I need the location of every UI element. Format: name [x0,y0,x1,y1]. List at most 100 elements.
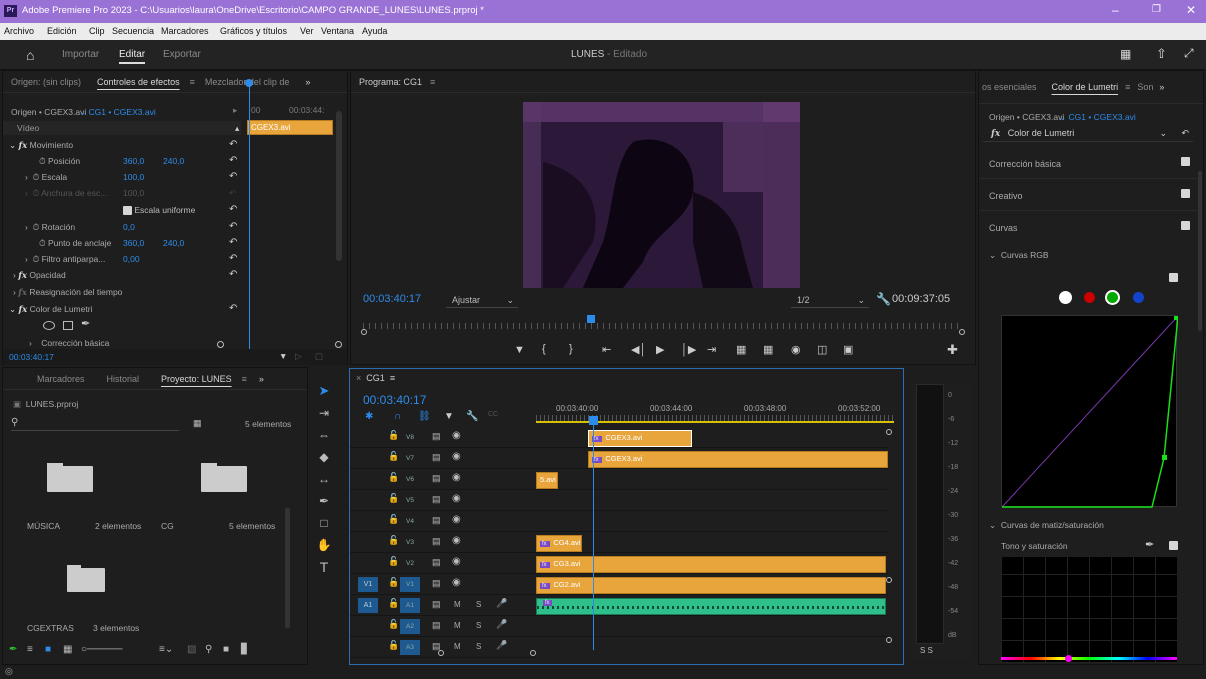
audio-clip[interactable]: fx [536,598,887,615]
mute-button[interactable]: M [454,642,461,651]
track-scroll-handle[interactable] [886,577,892,583]
captions-icon[interactable]: CC [488,411,498,418]
automate-icon[interactable]: ▧ [187,644,196,655]
solo-button[interactable]: S [476,621,481,630]
zoom-handle-right[interactable] [335,341,342,348]
ec-playhead[interactable] [249,84,250,354]
program-playhead[interactable] [587,315,595,323]
basic-checkbox[interactable] [1181,157,1190,166]
timeline-timecode[interactable]: 00:03:40:17 [363,393,426,407]
lock-icon[interactable]: 🔓 [388,577,399,588]
sequence-clip-select[interactable]: ⌄ CG1 • CGEX3.avi [79,104,156,120]
settings-wrench-icon[interactable]: 🔧 [466,411,478,422]
list-view-icon[interactable]: ≡ [27,644,33,655]
timeline-clip[interactable]: fx CGEX3.avi [588,451,888,468]
ec-timecode[interactable]: 00:03:40:17 [9,349,54,365]
tab-importar[interactable]: Importar [62,49,99,60]
track-scroll-handle[interactable] [886,637,892,643]
step-back-icon[interactable]: ◀│ [631,343,646,356]
stopwatch-icon[interactable]: ⏱ [33,222,40,232]
track-lane[interactable] [536,511,888,532]
lumetri-row[interactable]: ⌄ fx Color de Lumetri [9,301,92,317]
mic-icon[interactable]: 🎤 [496,640,507,651]
timeline-clip[interactable]: fx CG2.avi [536,577,886,594]
reset-icon[interactable]: ↶ [229,301,237,317]
timeline-clip[interactable]: fx CG4.avi [536,535,582,552]
zoom-handle-left[interactable] [438,650,444,656]
reset-icon[interactable]: ↶ [229,153,237,169]
zoom-handle-left[interactable] [217,341,224,348]
hue-sat-label[interactable]: ⌄ Curvas de matiz/saturación [989,517,1104,533]
green-channel-icon[interactable] [1105,290,1120,305]
blue-channel-icon[interactable] [1133,292,1144,303]
ripple-edit-tool-icon[interactable]: ⇔ [312,424,336,446]
lock-icon[interactable]: 🔓 [388,514,399,525]
rgb-curves-checkbox[interactable] [1169,273,1178,282]
tab-sonido[interactable]: Son [1133,82,1157,92]
tab-controles-efectos[interactable]: Controles de efectos [89,77,188,87]
stopwatch-icon[interactable]: ⏱ [33,254,40,264]
more-panels-icon[interactable]: » [1157,82,1166,92]
lock-icon[interactable]: 🔓 [388,451,399,462]
lock-icon[interactable]: 🔓 [388,493,399,504]
minimize-icon[interactable]: – [1112,3,1119,17]
lock-icon[interactable]: 🔓 [388,472,399,483]
quick-export-icon[interactable]: ▦ [1120,47,1131,61]
mute-button[interactable]: M [454,621,461,630]
uniform-scale-checkbox[interactable] [123,206,132,216]
section-basic[interactable]: Corrección básica [979,147,1201,179]
filter-icon[interactable]: ▼ [279,348,287,364]
timeline-clip[interactable]: 5.avi [536,472,558,489]
sync-lock-icon[interactable]: ▤ [432,599,441,610]
tab-marcadores[interactable]: Marcadores [3,374,99,384]
rgb-curve-graph[interactable] [1001,315,1179,508]
program-zoom-left[interactable] [361,329,367,335]
tab-proyecto[interactable]: Proyecto: LUNES [153,374,240,384]
panel-menu-icon[interactable]: ≡ [430,77,435,87]
sync-lock-icon[interactable]: ▤ [432,494,441,505]
menu-clip[interactable]: Clip [89,26,105,36]
razor-tool-icon[interactable]: ◆ [312,446,336,468]
track-target[interactable]: V2 [400,556,420,571]
sync-lock-icon[interactable]: ▤ [432,578,441,589]
anchor-y[interactable]: 240,0 [163,235,184,251]
tab-origen[interactable]: Origen: (sin clips) [3,77,89,87]
reset-icon[interactable]: ↶ [229,267,237,283]
source-patch[interactable]: V1 [358,577,378,592]
menu-ver[interactable]: Ver [300,26,314,36]
fullscreen-icon[interactable]: ⤢ [1184,46,1194,61]
track-target[interactable]: V6 [400,472,420,487]
lock-icon[interactable]: 🔓 [388,619,399,630]
track-target[interactable]: A1 [400,598,420,613]
white-channel-icon[interactable] [1059,291,1072,304]
quality-select[interactable]: 1/2 ⌄ [791,292,869,308]
play-icon[interactable]: ▶ [656,343,664,356]
track-target[interactable]: A2 [400,619,420,634]
mark-in-icon[interactable]: { [542,343,546,355]
collapse-icon[interactable]: ▴ [235,120,239,136]
bin-folder-icon[interactable] [201,466,247,492]
flicker-value[interactable]: 0,00 [123,251,140,267]
play-only-icon[interactable]: ▸ [233,102,237,118]
mark-out-icon[interactable]: } [569,343,573,355]
hue-sat-checkbox[interactable] [1169,541,1178,550]
find-icon[interactable]: ⚲ [205,644,212,655]
new-bin-icon[interactable]: ■ [223,644,229,655]
creative-checkbox[interactable] [1181,189,1190,198]
menu-edicion[interactable]: Edición [47,26,77,36]
menu-marcadores[interactable]: Marcadores [161,26,209,36]
lumetri-effect-select[interactable]: fx Color de Lumetri ⌄ ↶ [983,125,1193,142]
sort-icon[interactable]: ≡⌄ [159,644,173,655]
menu-archivo[interactable]: Archivo [4,26,34,36]
ec-clip-bar[interactable]: CGEX3.avi [247,120,333,135]
go-to-out-icon[interactable]: ⇥ [707,343,716,356]
rgb-curves-label[interactable]: ⌄ Curvas RGB [989,247,1049,263]
eye-icon[interactable]: ◉ [452,430,461,441]
menu-ayuda[interactable]: Ayuda [362,26,387,36]
track-target[interactable]: V1 [400,577,420,592]
reset-icon[interactable]: ↶ [229,169,237,185]
scale-value[interactable]: 100,0 [123,169,144,185]
reset-icon[interactable]: ↶ [229,235,237,251]
more-panels-icon[interactable]: » [249,374,272,384]
timeline-tab[interactable]: × CG1 ≡ [356,373,395,383]
